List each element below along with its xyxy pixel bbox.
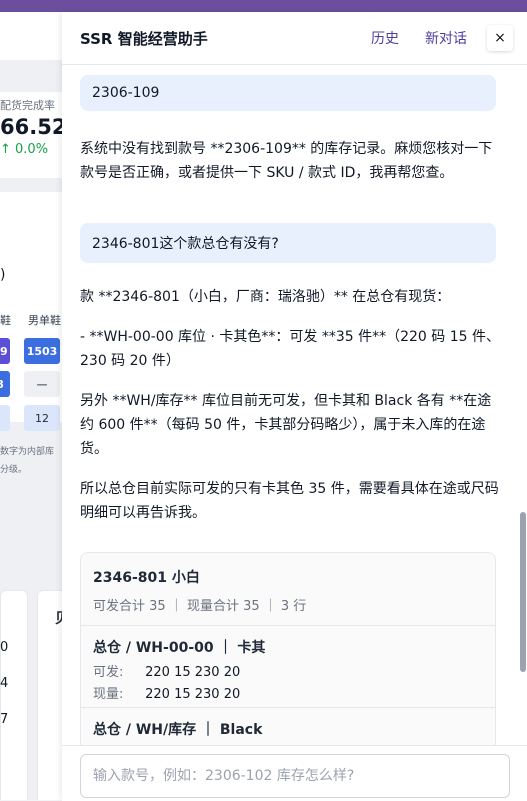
background-dashboard: 配货完成率 66.52% ↑ 0.0% ) 鞋 男单鞋 09 1503 8 — … [0, 12, 62, 800]
message-input[interactable] [80, 754, 510, 798]
message-list[interactable]: 2306-109 系统中没有找到款号 **2306-109** 的库存记录。麻烦… [62, 65, 520, 745]
scrollbar[interactable] [520, 65, 527, 745]
column-header: 鞋 [0, 314, 11, 327]
assistant-paragraph: 款 **2346-801（小白，厂商：瑞洛驰）** 在总仓有现货： [80, 289, 451, 305]
column-header: 男单鞋 [28, 314, 61, 327]
background-number: 4 [0, 676, 9, 691]
table-cell[interactable]: 8 [0, 371, 10, 397]
assistant-panel: SSR 智能经营助手 历史 新对话 × 2306-109 系统中没有找到款号 *… [62, 12, 527, 801]
section-title-fragment: ) [0, 267, 6, 283]
divider [81, 625, 495, 626]
user-message: 2346-801这个款总仓有没有? [80, 223, 496, 263]
table-cell[interactable]: 1503 [24, 338, 60, 364]
location-name: 总仓 / WH-00-00 ｜ 卡其 [93, 640, 266, 656]
table-note: 分级。 [0, 465, 28, 475]
onhand-label: 现量: [93, 687, 124, 702]
table-cell[interactable]: — [24, 371, 60, 397]
metric-label: 配货完成率 [0, 99, 55, 112]
table-note: 数字为内部库 [0, 447, 55, 457]
background-number: 7 [0, 712, 9, 727]
location-name: 总仓 / WH/库存 ｜ Black [93, 722, 263, 738]
assistant-paragraph: 另外 **WH/库存** 库位目前无可发，但卡其和 Black 各有 **在途约… [80, 393, 492, 457]
assistant-paragraph: - **WH-00-00 库位 · 卡其色**：可发 **35 件**（220 … [80, 329, 501, 369]
metric-value: 66.52% [0, 115, 62, 139]
close-icon[interactable]: × [487, 25, 513, 51]
onhand-value: 220 15 230 20 [145, 687, 241, 702]
assistant-paragraph: 所以总仓目前实际可发的只有卡其色 35 件，需要看具体在途或尺码明细可以再告诉我… [80, 481, 499, 521]
background-card [0, 12, 62, 60]
available-value: 220 15 230 20 [145, 665, 241, 680]
background-panel-title: 贝 [55, 608, 62, 628]
history-button[interactable]: 历史 [371, 28, 399, 48]
onhand-row: 现量: 220 15 230 20 [93, 683, 240, 702]
assistant-message: 款 **2346-801（小白，厂商：瑞洛驰）** 在总仓有现货： - **WH… [80, 285, 500, 525]
table-cell[interactable]: 12 [24, 405, 60, 431]
table-cell[interactable]: 09 [0, 338, 10, 364]
background-panel [0, 590, 28, 800]
card-title: 2346-801 小白 [93, 570, 200, 586]
composer [62, 745, 527, 801]
available-row: 可发: 220 15 230 20 [93, 661, 240, 680]
new-chat-button[interactable]: 新对话 [425, 28, 467, 48]
inventory-card: 2346-801 小白 可发合计 35 ｜ 现量合计 35 ｜ 3 行 总仓 /… [80, 552, 496, 745]
background-number: 0 [0, 640, 9, 655]
scrollbar-thumb[interactable] [520, 512, 526, 672]
window-top-bar [0, 0, 527, 12]
available-label: 可发: [93, 665, 124, 680]
user-message: 2306-109 [80, 75, 496, 111]
metric-change: ↑ 0.0% [0, 142, 49, 157]
panel-title: SSR 智能经营助手 [80, 30, 208, 48]
divider [81, 707, 495, 708]
card-summary: 可发合计 35 ｜ 现量合计 35 ｜ 3 行 [93, 599, 307, 614]
assistant-message: 系统中没有找到款号 **2306-109** 的库存记录。麻烦您核对一下款号是否… [80, 141, 493, 181]
panel-header: SSR 智能经营助手 历史 新对话 × [62, 12, 527, 65]
table-cell[interactable] [0, 405, 10, 431]
